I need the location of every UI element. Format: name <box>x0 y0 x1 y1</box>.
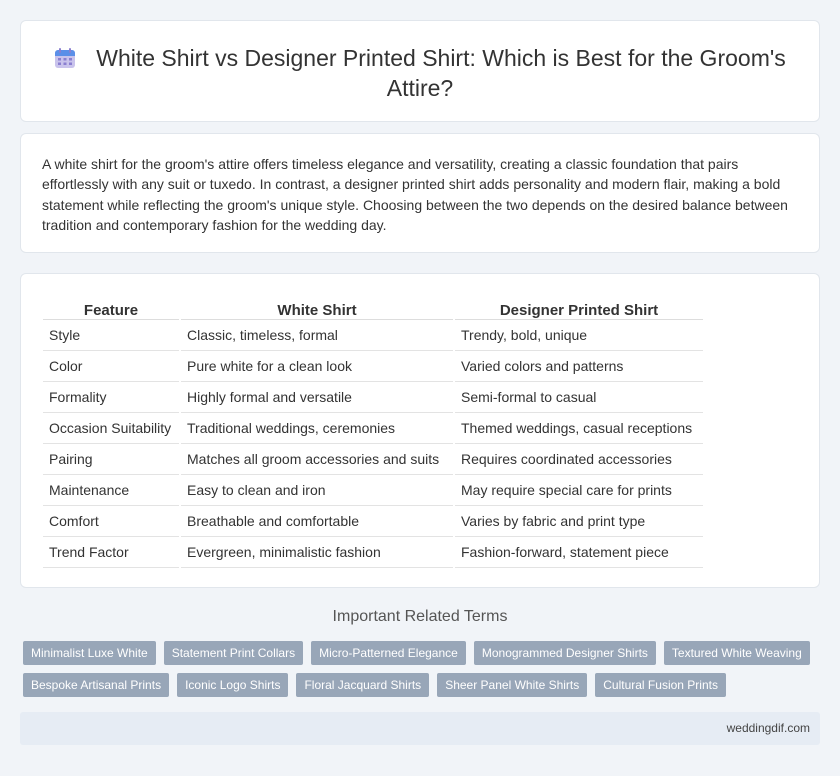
header-feature: Feature <box>43 296 179 320</box>
feature-cell: Comfort <box>43 506 179 537</box>
tag-micro-patterned-elegance[interactable]: Micro-Patterned Elegance <box>311 641 466 665</box>
designer-shirt-cell: Requires coordinated accessories <box>455 444 703 475</box>
footer-site-link[interactable]: weddingdif.com <box>727 721 810 735</box>
designer-shirt-cell: Themed weddings, casual receptions <box>455 413 703 444</box>
white-shirt-cell: Breathable and comfortable <box>181 506 453 537</box>
tag-minimalist-luxe-white[interactable]: Minimalist Luxe White <box>23 641 156 665</box>
feature-cell: Occasion Suitability <box>43 413 179 444</box>
table-header-row: Feature White Shirt Designer Printed Shi… <box>43 296 703 320</box>
tag-statement-print-collars[interactable]: Statement Print Collars <box>163 641 304 665</box>
table-row: Trend Factor Evergreen, minimalistic fas… <box>43 537 703 568</box>
related-terms-tags: Minimalist Luxe White Statement Print Co… <box>23 641 823 705</box>
feature-cell: Pairing <box>43 444 179 475</box>
tag-monogrammed-designer-shirts[interactable]: Monogrammed Designer Shirts <box>473 641 656 665</box>
related-terms-heading: Important Related Terms <box>332 608 508 625</box>
comparison-table: Feature White Shirt Designer Printed Shi… <box>41 296 705 568</box>
tag-row-2: Bespoke Artisanal Prints Iconic Logo Shi… <box>23 673 823 697</box>
designer-shirt-cell: Varies by fabric and print type <box>455 506 703 537</box>
tag-textured-white-weaving[interactable]: Textured White Weaving <box>663 641 810 665</box>
tag-sheer-panel-white-shirts[interactable]: Sheer Panel White Shirts <box>437 673 588 697</box>
designer-shirt-cell: Semi-formal to casual <box>455 382 703 413</box>
table-row: Pairing Matches all groom accessories an… <box>43 444 703 475</box>
white-shirt-cell: Traditional weddings, ceremonies <box>181 413 453 444</box>
tag-iconic-logo-shirts[interactable]: Iconic Logo Shirts <box>177 673 289 697</box>
feature-cell: Maintenance <box>43 475 179 506</box>
white-shirt-cell: Matches all groom accessories and suits <box>181 444 453 475</box>
table-row: Maintenance Easy to clean and iron May r… <box>43 475 703 506</box>
designer-shirt-cell: Varied colors and patterns <box>455 351 703 382</box>
designer-shirt-cell: Trendy, bold, unique <box>455 320 703 351</box>
feature-cell: Color <box>43 351 179 382</box>
feature-cell: Trend Factor <box>43 537 179 568</box>
feature-cell: Style <box>43 320 179 351</box>
header-designer-printed-shirt: Designer Printed Shirt <box>455 296 703 320</box>
white-shirt-cell: Classic, timeless, formal <box>181 320 453 351</box>
white-shirt-cell: Evergreen, minimalistic fashion <box>181 537 453 568</box>
table-row: Style Classic, timeless, formal Trendy, … <box>43 320 703 351</box>
intro-card: A white shirt for the groom's attire off… <box>20 133 820 253</box>
footer: weddingdif.com <box>20 712 820 745</box>
intro-paragraph: A white shirt for the groom's attire off… <box>42 156 788 233</box>
white-shirt-cell: Pure white for a clean look <box>181 351 453 382</box>
table-row: Comfort Breathable and comfortable Varie… <box>43 506 703 537</box>
white-shirt-cell: Highly formal and versatile <box>181 382 453 413</box>
title-card: White Shirt vs Designer Printed Shirt: W… <box>20 20 820 122</box>
table-row: Occasion Suitability Traditional wedding… <box>43 413 703 444</box>
table-row: Formality Highly formal and versatile Se… <box>43 382 703 413</box>
feature-cell: Formality <box>43 382 179 413</box>
tag-cultural-fusion-prints[interactable]: Cultural Fusion Prints <box>595 673 726 697</box>
tag-bespoke-artisanal-prints[interactable]: Bespoke Artisanal Prints <box>23 673 170 697</box>
designer-shirt-cell: Fashion-forward, statement piece <box>455 537 703 568</box>
comparison-card: Feature White Shirt Designer Printed Shi… <box>20 273 820 588</box>
tag-row-1: Minimalist Luxe White Statement Print Co… <box>23 641 823 665</box>
header-white-shirt: White Shirt <box>181 296 453 320</box>
designer-shirt-cell: May require special care for prints <box>455 475 703 506</box>
white-shirt-cell: Easy to clean and iron <box>181 475 453 506</box>
page-title: White Shirt vs Designer Printed Shirt: W… <box>96 45 786 101</box>
table-row: Color Pure white for a clean look Varied… <box>43 351 703 382</box>
tag-floral-jacquard-shirts[interactable]: Floral Jacquard Shirts <box>296 673 430 697</box>
calendar-icon <box>54 46 76 68</box>
